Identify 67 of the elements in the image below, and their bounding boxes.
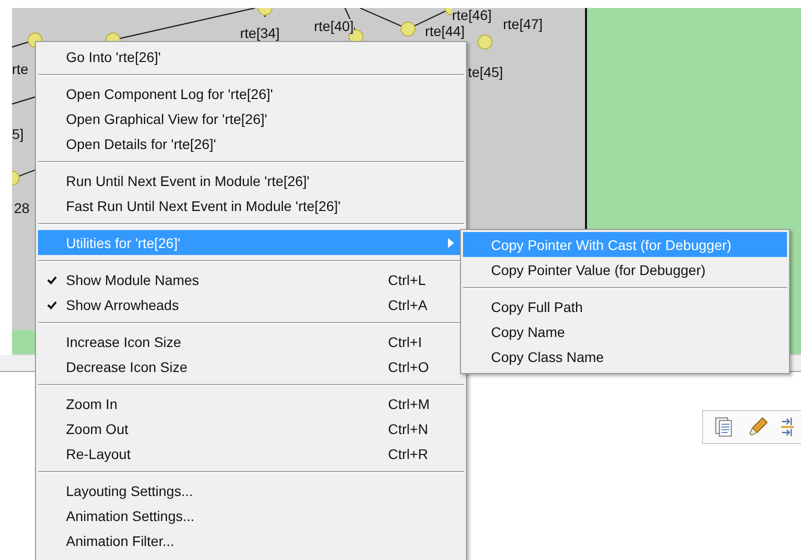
menu-item-label: Copy Name (491, 324, 565, 340)
node-icon (478, 34, 492, 50)
menu-item[interactable]: Zoom In Ctrl+M (38, 391, 464, 416)
menu-item-label: Go Into 'rte[26]' (66, 48, 161, 64)
node-icon (12, 170, 20, 186)
module-label: rte[44] (425, 24, 465, 39)
shortcut-text: Ctrl+A (388, 296, 428, 312)
module-label: rte[34] (240, 26, 280, 41)
menu-item[interactable]: Decrease Icon Size Ctrl+O (38, 354, 464, 379)
menu-item[interactable]: Open Graphical View for 'rte[26]' (38, 106, 464, 131)
menu-item[interactable]: Zoom Out Ctrl+N (38, 416, 464, 441)
shortcut-text: Ctrl+N (388, 420, 430, 436)
menu-item-label: Open Component Log for 'rte[26]' (66, 86, 273, 102)
menu-item[interactable]: Open Component Log for 'rte[26]' (38, 81, 464, 106)
menu-item-label: Layouting Settings... (66, 482, 193, 498)
menu-item-label: Copy Full Path (491, 298, 583, 314)
menu-item[interactable]: Copy Pointer Value (for Debugger) (463, 257, 787, 282)
shortcut-text: Ctrl+M (388, 396, 431, 412)
module-label: rte[47] (503, 17, 543, 32)
menu-item-label: Run Until Next Event in Module 'rte[26]' (66, 172, 310, 188)
menu-item-label: Copy Pointer With Cast (for Debugger) (491, 236, 732, 252)
arrows-icon[interactable] (781, 416, 794, 438)
menu-item[interactable]: Animation Settings... (38, 503, 464, 528)
module-label: 28 (14, 201, 30, 216)
node-icon (400, 22, 416, 36)
menu-item[interactable]: Run Until Next Event in Module 'rte[26]' (38, 168, 464, 193)
menu-item-label: Utilities for 'rte[26]' (66, 234, 180, 250)
menu-item-label: Open Details for 'rte[26]' (66, 136, 216, 152)
menu-item[interactable]: Go Into 'rte[26]' (38, 44, 464, 69)
shortcut-text: Ctrl+I (388, 334, 423, 350)
menu-item-label: Increase Icon Size (66, 334, 182, 350)
menu-item[interactable]: Copy Full Path (463, 294, 787, 319)
module-label: rte[46] (452, 8, 492, 23)
menu-item-label: Re-Layout (66, 446, 131, 462)
module-label: 5] (12, 127, 24, 142)
menu-item-label: Animation Settings... (66, 508, 194, 524)
menu-item[interactable]: Fast Run Until Next Event in Module 'rte[26]' (38, 193, 464, 218)
menu-item[interactable]: Copy Name (463, 319, 787, 344)
shortcut-text: Ctrl+L (388, 272, 427, 288)
connector-line (12, 96, 36, 105)
menu-item-label: Show Arrowheads (66, 296, 179, 312)
module-label: te[45] (468, 65, 504, 80)
document-icon[interactable] (713, 416, 735, 438)
menu-item-label: Copy Class Name (491, 348, 604, 364)
shortcut-text: Ctrl+R (388, 446, 430, 462)
module-label: rte[40] (314, 19, 354, 34)
node-icon (258, 8, 272, 16)
menu-item-label: Zoom In (66, 396, 118, 412)
menu-item-label: Show Module Names (66, 272, 200, 288)
submenu-arrow-icon (448, 238, 454, 248)
module-label: rte (12, 62, 28, 77)
menu-item[interactable]: Show Module Names Ctrl+L (38, 267, 464, 292)
menu-item[interactable]: Copy Class Name (463, 344, 787, 369)
menu-item[interactable]: Open Details for 'rte[26]' (38, 131, 464, 156)
menu-item[interactable]: Increase Icon Size Ctrl+I (38, 329, 464, 354)
pen-icon[interactable] (747, 416, 769, 438)
menu-item-label: Zoom Out (66, 420, 128, 436)
menu-item-label: Fast Run Until Next Event in Module 'rte[26]' (66, 198, 341, 214)
menu-item-label: Animation Filter... (66, 532, 174, 548)
menu-item-label: Decrease Icon Size (66, 358, 188, 374)
menu-item[interactable]: Re-Layout Ctrl+R (38, 441, 464, 466)
menu-item-label: Copy Pointer Value (for Debugger) (491, 262, 706, 278)
menu-item[interactable]: Animation Filter... (38, 528, 464, 553)
menu-item-label: Open Graphical View for 'rte[26]' (66, 110, 268, 126)
menu-item[interactable]: Show Arrowheads Ctrl+A (38, 292, 464, 317)
menu-item[interactable]: Layouting Settings... (38, 478, 464, 503)
shortcut-text: Ctrl+O (388, 358, 430, 374)
